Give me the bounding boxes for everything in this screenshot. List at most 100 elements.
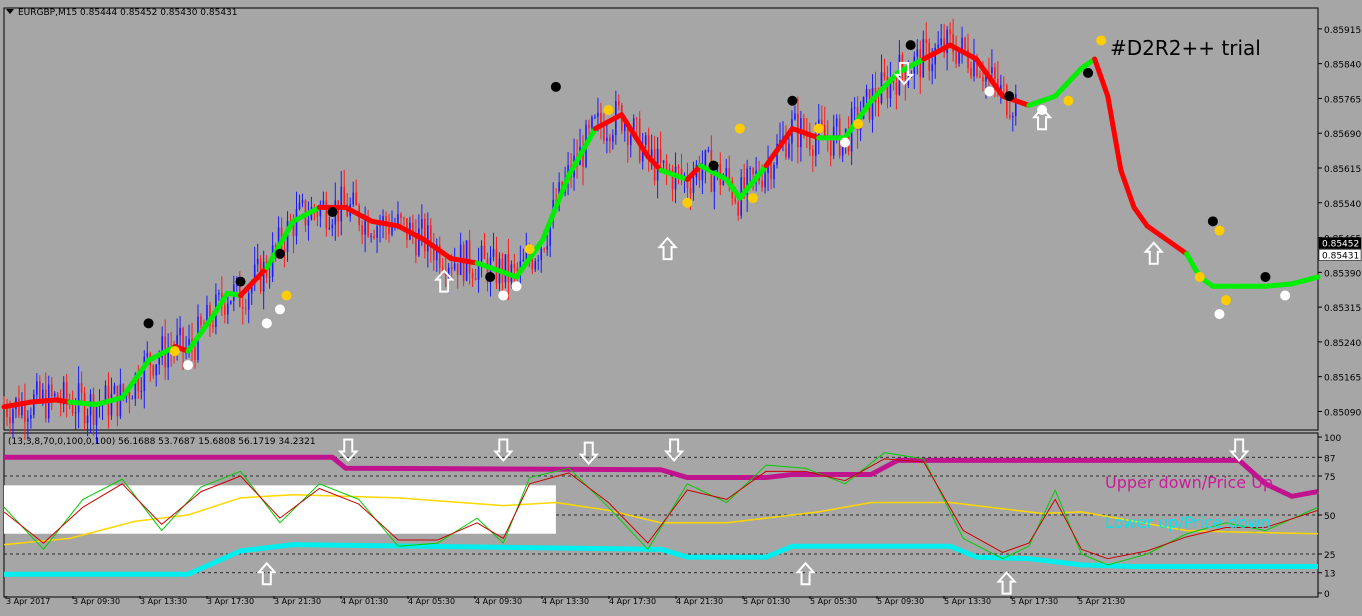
signal-dot — [984, 86, 995, 97]
candle-body — [1014, 93, 1017, 117]
candle-body — [707, 150, 710, 152]
candle-body — [80, 383, 83, 393]
candle-body — [230, 300, 232, 304]
x-tick-label: 3 Apr 13:30 — [140, 597, 187, 606]
candle-body — [492, 249, 495, 258]
signal-dot — [511, 281, 522, 292]
signal-dot — [485, 271, 496, 282]
candle-body — [9, 416, 11, 424]
candle-body — [734, 198, 737, 202]
candle-body — [456, 263, 459, 275]
signal-dot — [1221, 295, 1232, 306]
osc-tick-label: 25 — [1324, 551, 1335, 561]
candle-body — [83, 392, 86, 424]
candle-body — [540, 248, 543, 261]
candle-body — [325, 200, 328, 229]
candle-body — [337, 200, 340, 222]
candle-body — [480, 245, 483, 261]
candle-body — [594, 116, 596, 118]
signal-dot — [1063, 95, 1074, 106]
candle-body — [895, 82, 898, 95]
candle-body — [543, 248, 546, 250]
candle-body — [471, 273, 474, 279]
signal-dot — [905, 40, 916, 51]
candle-body — [644, 135, 647, 145]
chart-window: 0.85915 0.85840 0.85765 0.85690 0.85615 0.855… — [0, 0, 1362, 612]
candle-body — [227, 303, 229, 315]
chart-svg: 0.85915 0.85840 0.85765 0.85690 0.85615 0.855… — [0, 0, 1362, 612]
signal-dot — [747, 193, 758, 204]
price-tick-label: 0.85090 — [1324, 408, 1361, 418]
candle-body — [400, 214, 402, 218]
candle-body — [1011, 116, 1014, 118]
price-label-text: 0.85431 — [1322, 251, 1359, 261]
candle-body — [468, 240, 471, 274]
candle-body — [761, 180, 763, 188]
x-tick-label: 5 Apr 13:30 — [944, 597, 991, 606]
candle-body — [131, 398, 134, 400]
price-tick-label: 0.85240 — [1324, 339, 1361, 349]
candle-body — [955, 52, 957, 64]
candle-body — [194, 347, 196, 360]
price-tick-label: 0.85390 — [1324, 269, 1361, 279]
candle-body — [301, 200, 304, 203]
candle-body — [418, 228, 420, 256]
candle-body — [770, 162, 772, 180]
candle-body — [531, 260, 534, 270]
candle-body — [27, 418, 29, 422]
candle-body — [376, 225, 378, 238]
x-tick-label: 5 Apr 09:30 — [877, 597, 924, 606]
signal-dot — [1214, 225, 1225, 236]
candle-body — [340, 186, 343, 222]
candle-body — [373, 235, 375, 238]
signal-dot — [1004, 91, 1015, 102]
candle-body — [474, 278, 477, 280]
candle-body — [513, 264, 516, 268]
signal-dot — [498, 290, 509, 301]
signal-dot — [1260, 271, 1271, 282]
x-tick-label: 4 Apr 09:30 — [475, 597, 522, 606]
candle-body — [316, 211, 319, 217]
signal-dot — [182, 360, 193, 371]
candle-body — [113, 385, 116, 394]
candle-body — [483, 245, 486, 259]
x-tick-label: 5 Apr 17:30 — [1011, 597, 1058, 606]
candle-body — [352, 192, 354, 205]
candle-body — [588, 124, 590, 128]
price-tick-label: 0.85690 — [1324, 130, 1361, 140]
signal-dot — [734, 123, 745, 134]
candle-body — [677, 166, 680, 169]
candle-body — [853, 107, 856, 109]
candle-body — [877, 102, 880, 104]
candle-body — [140, 391, 143, 393]
signal-dot — [1214, 309, 1225, 320]
candle-body — [322, 200, 325, 205]
candle-body — [241, 306, 244, 309]
candle-body — [507, 254, 510, 282]
candle-body — [931, 64, 934, 72]
x-tick-label: 4 Apr 05:30 — [408, 597, 455, 606]
signal-dot — [813, 123, 824, 134]
trend-line-segment — [1262, 281, 1295, 289]
candle-body — [964, 37, 966, 50]
signal-dot — [327, 207, 338, 218]
candle-body — [256, 258, 259, 265]
candle-body — [991, 67, 993, 74]
candle-body — [86, 415, 89, 424]
candle-body — [307, 219, 310, 226]
candle-body — [537, 260, 540, 262]
signal-dot — [281, 290, 292, 301]
candle-body — [591, 116, 593, 128]
candle-body — [597, 112, 599, 117]
candle-body — [71, 404, 74, 414]
candle-body — [44, 389, 47, 419]
candle-body — [650, 149, 653, 157]
signal-dot — [274, 304, 285, 315]
candle-body — [361, 225, 363, 235]
candle-body — [737, 201, 740, 216]
candle-body — [820, 119, 823, 126]
x-tick-label: 4 Apr 13:30 — [542, 597, 589, 606]
price-tick-label: 0.85540 — [1324, 200, 1361, 210]
signal-dot — [1083, 67, 1094, 78]
candle-body — [829, 139, 832, 156]
